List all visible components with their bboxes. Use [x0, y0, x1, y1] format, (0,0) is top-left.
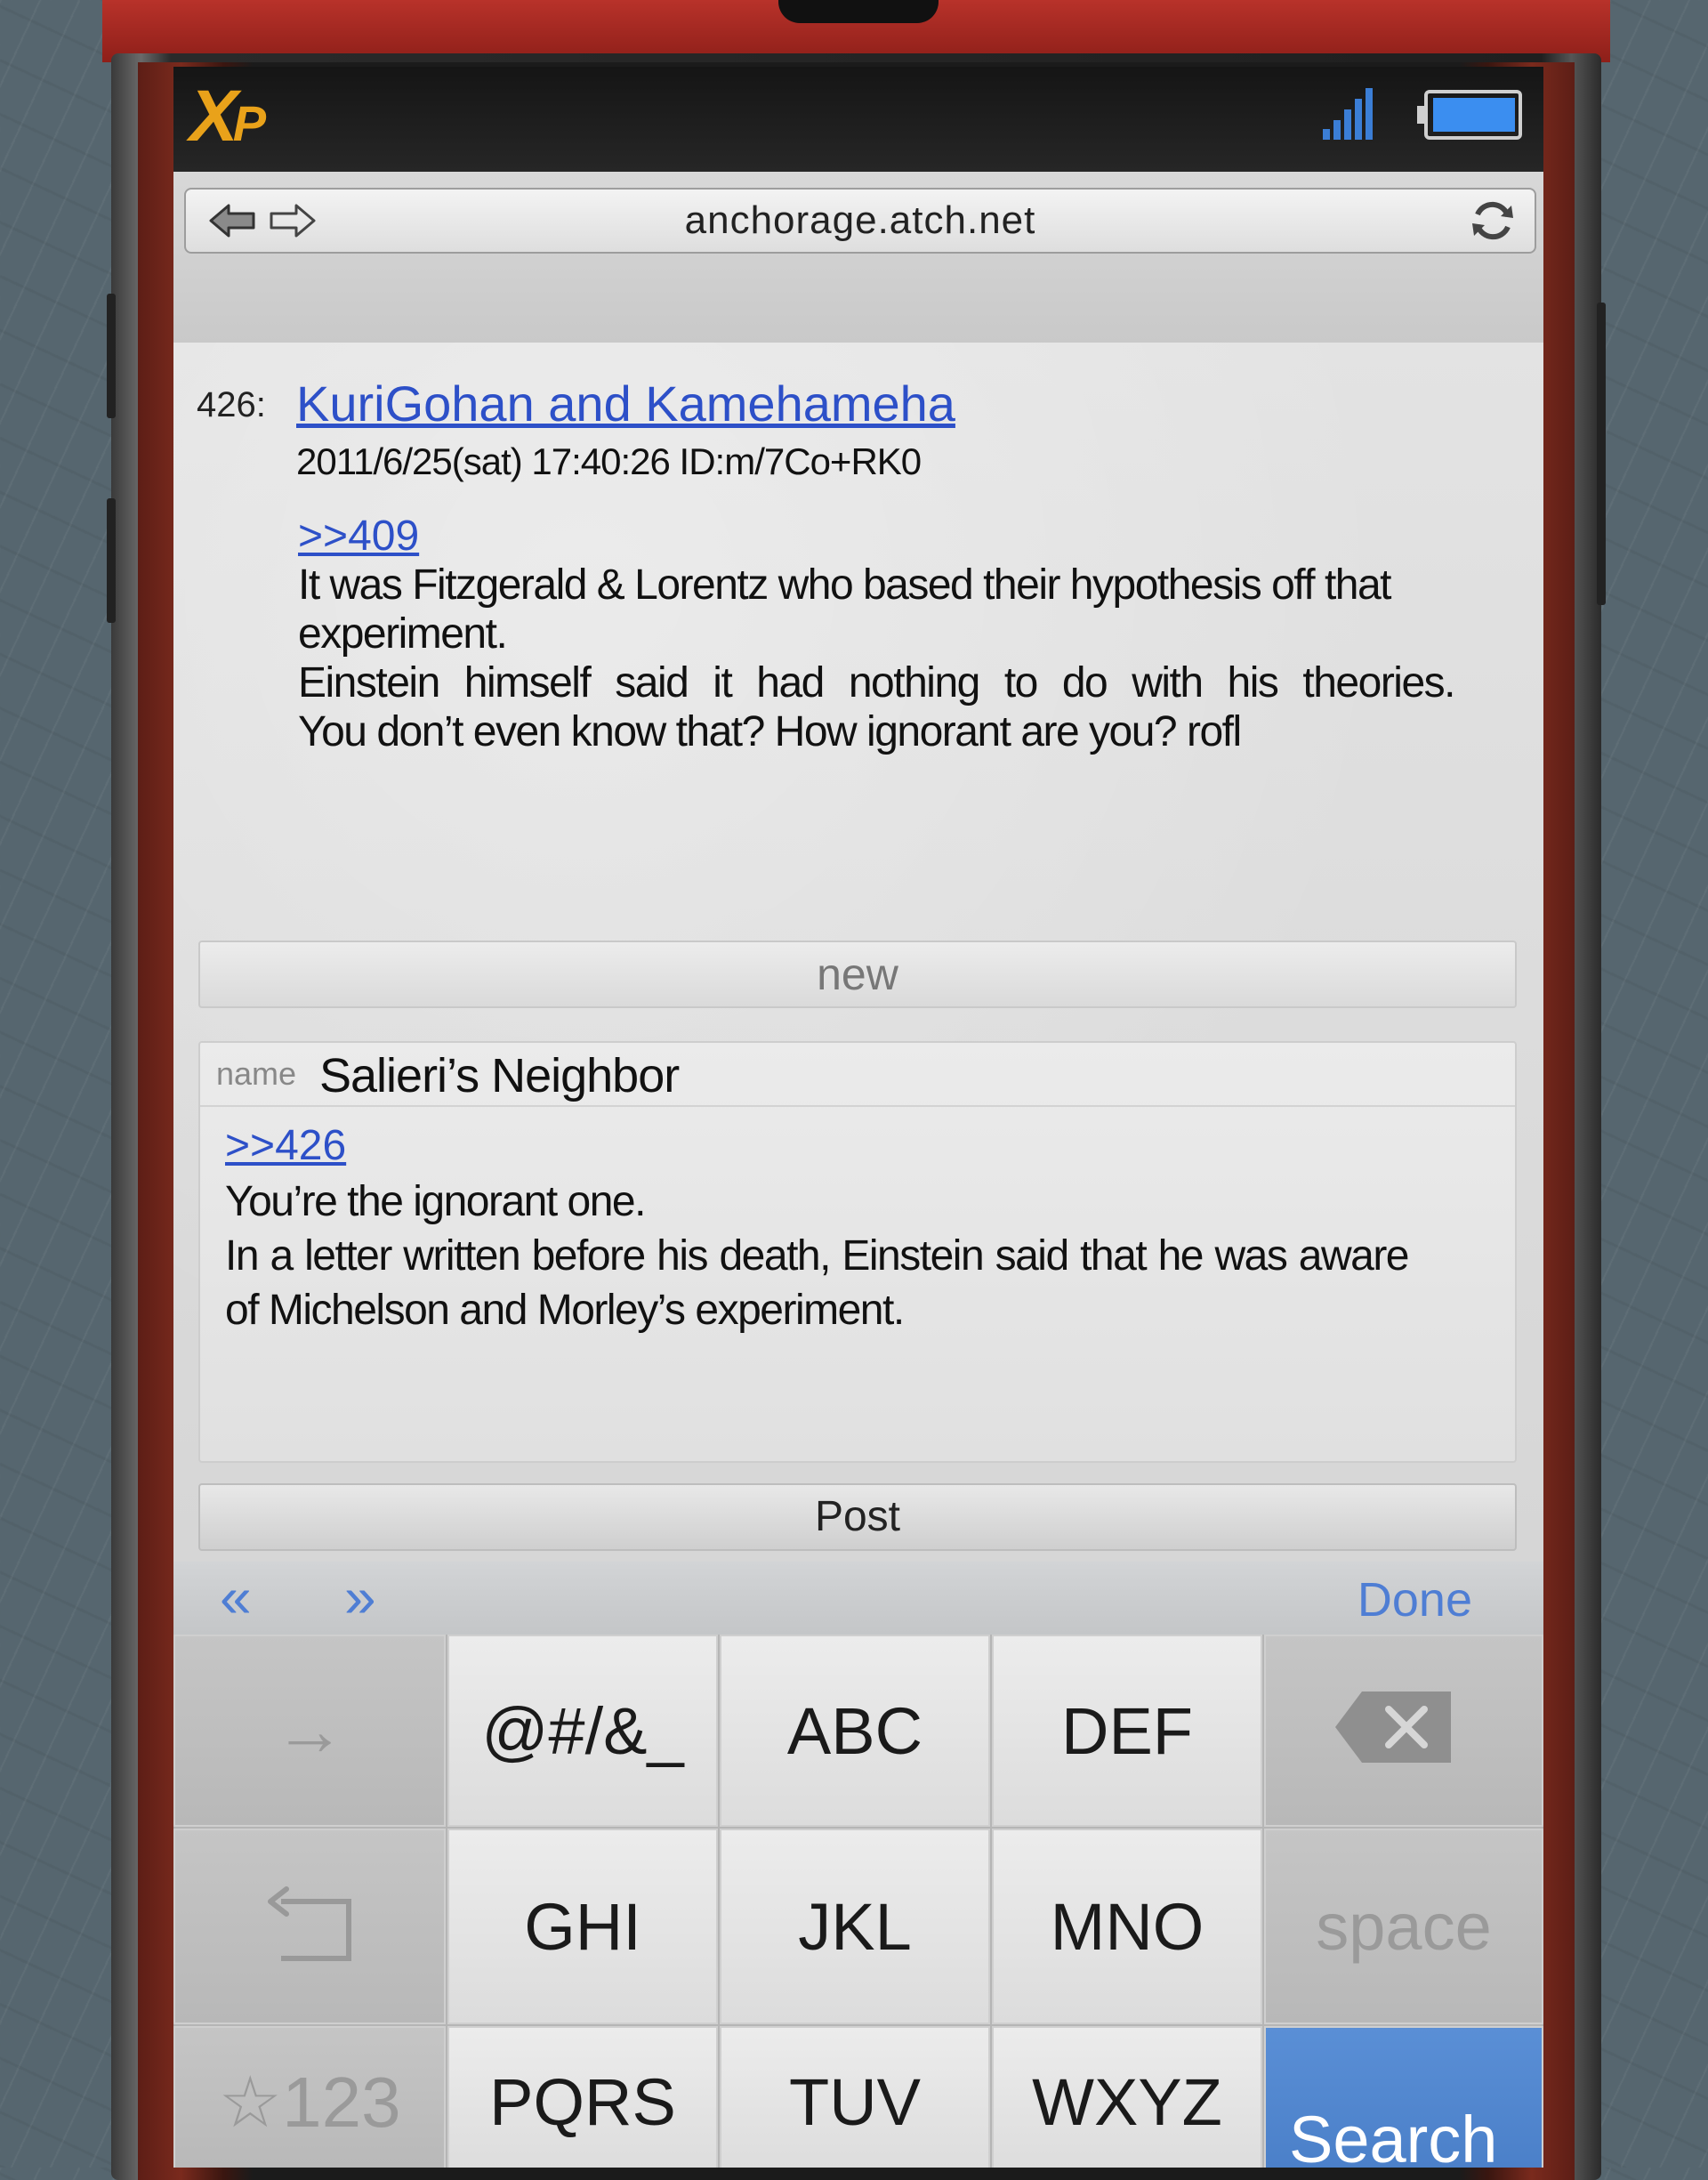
undo-icon	[268, 1886, 351, 1961]
post-meta: 2011/6/25(sat) 17:40:26 ID:m/7Co+RK0	[296, 440, 922, 482]
status-bar: XP	[173, 67, 1543, 172]
key-def[interactable]: DEF	[992, 1635, 1262, 1827]
key-label: ☆123	[218, 2062, 401, 2142]
post-body: It was Fitzgerald & Lorentz who based th…	[298, 561, 1456, 756]
post-body-line: Einstein himself said it had nothing to …	[298, 659, 1456, 706]
key-search[interactable]: Search	[1264, 2026, 1543, 2168]
post-author-link[interactable]: KuriGohan and Kamehameha	[296, 375, 955, 432]
key-mno[interactable]: MNO	[992, 1829, 1262, 2024]
key-tuv[interactable]: TUV	[720, 2026, 990, 2168]
message-line: In a letter written before his death, Ei…	[225, 1232, 1410, 1334]
done-button[interactable]: Done	[1358, 1572, 1472, 1627]
key-ghi[interactable]: GHI	[447, 1829, 718, 2024]
previous-field-button[interactable]: «	[220, 1569, 252, 1626]
key-numbers[interactable]: ☆123	[173, 2026, 446, 2168]
post-body-line: It was Fitzgerald & Lorentz who based th…	[298, 561, 1392, 658]
phone-speaker-notch	[778, 0, 939, 23]
key-label: space	[1316, 1889, 1492, 1964]
keyboard-toolbar: « » Done	[173, 1562, 1543, 1635]
app-logo: XP	[189, 76, 266, 157]
refresh-icon[interactable]	[1469, 198, 1517, 243]
key-label: JKL	[798, 1889, 912, 1964]
keyboard: → @#/&_ ABC DEF GHI JKL MNO space ☆123 P…	[173, 1635, 1543, 2168]
volume-button	[107, 294, 116, 418]
key-label: Search	[1289, 2103, 1498, 2168]
post-body-line: You don’t even know that? How ignorant a…	[298, 708, 1242, 755]
key-label: @#/&_	[481, 1693, 684, 1768]
key-pqrs[interactable]: PQRS	[447, 2026, 718, 2168]
volume-button	[107, 498, 116, 623]
post-number: 426:	[197, 385, 266, 424]
next-field-button[interactable]: »	[344, 1569, 376, 1626]
key-undo[interactable]	[173, 1829, 446, 2024]
key-backspace[interactable]	[1264, 1635, 1543, 1827]
battery-icon	[1417, 90, 1522, 140]
key-wxyz[interactable]: WXYZ	[992, 2026, 1262, 2168]
compose-reply-link[interactable]: >>426	[225, 1121, 346, 1170]
post-reply-link[interactable]: >>409	[298, 512, 419, 561]
compose-form: name Salieri’s Neighbor >>426 You’re the…	[198, 1041, 1517, 1463]
key-label: ABC	[786, 1693, 923, 1768]
thread-content: 426: KuriGohan and Kamehameha 2011/6/25(…	[173, 343, 1543, 1562]
key-label: PQRS	[489, 2064, 676, 2139]
name-input[interactable]: Salieri’s Neighbor	[319, 1048, 680, 1103]
key-jkl[interactable]: JKL	[720, 1829, 990, 2024]
name-field[interactable]: name Salieri’s Neighbor	[200, 1043, 1515, 1107]
message-line: You’re the ignorant one.	[225, 1178, 646, 1225]
key-label: DEF	[1061, 1693, 1193, 1768]
key-label: MNO	[1050, 1889, 1204, 1964]
key-arrow[interactable]: →	[173, 1635, 446, 1827]
name-label: name	[216, 1055, 297, 1092]
power-button	[1597, 303, 1606, 605]
phone-screen: XP anchorage.atch.net 426: KuriGohan and…	[173, 67, 1543, 2168]
new-button[interactable]: new	[198, 941, 1517, 1008]
key-label: TUV	[789, 2064, 921, 2139]
message-textarea[interactable]: You’re the ignorant one. In a letter wri…	[225, 1175, 1410, 1337]
url-text[interactable]: anchorage.atch.net	[186, 190, 1535, 252]
backspace-icon	[1335, 1692, 1451, 1763]
key-label: GHI	[524, 1889, 641, 1964]
key-abc[interactable]: ABC	[720, 1635, 990, 1827]
key-space[interactable]: space	[1264, 1829, 1543, 2024]
post-button[interactable]: Post	[198, 1483, 1517, 1551]
key-symbols[interactable]: @#/&_	[447, 1635, 718, 1827]
address-bar[interactable]: anchorage.atch.net	[184, 188, 1536, 254]
key-label: →	[274, 1691, 345, 1770]
key-label: WXYZ	[1032, 2064, 1222, 2139]
browser-toolbar: anchorage.atch.net	[173, 172, 1543, 344]
signal-bars-icon	[1323, 88, 1373, 140]
